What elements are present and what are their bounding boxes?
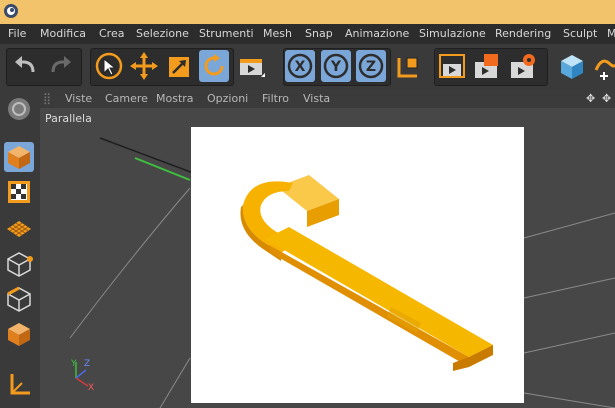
viewport-menu-mostra[interactable]: Mostra xyxy=(156,92,194,105)
menu-animazione[interactable]: Animazione xyxy=(345,27,409,40)
viewport-menu-viste[interactable]: Viste xyxy=(65,92,92,105)
main-toolbar: X Y Z xyxy=(0,44,615,91)
menu-file[interactable]: File xyxy=(8,27,26,40)
menu-simulazione[interactable]: Simulazione xyxy=(419,27,486,40)
menu-modifica[interactable]: Modifica xyxy=(40,27,86,40)
viewport-menu-opzioni[interactable]: Opzioni xyxy=(207,92,248,105)
z-axis-lock-icon[interactable]: Z xyxy=(356,50,386,82)
menu-mesh[interactable]: Mesh xyxy=(263,27,292,40)
gizmo-z-label: Z xyxy=(84,359,90,369)
menu-strumenti[interactable]: Strumenti xyxy=(199,27,254,40)
coordinate-system-icon[interactable] xyxy=(393,50,423,82)
gizmo-y-label: Y xyxy=(70,359,77,369)
y-axis-label: Y xyxy=(330,59,342,75)
undo-icon[interactable] xyxy=(11,50,41,82)
render-region xyxy=(191,127,524,403)
axis-mode-icon[interactable] xyxy=(4,369,34,399)
redo-icon[interactable] xyxy=(45,50,75,82)
menu-crea[interactable]: Crea xyxy=(99,27,124,40)
viewport-zoom-icon[interactable]: ✥ xyxy=(602,92,611,105)
viewport-menu: ⣿ Viste Camere Mostra Opzioni Filtro Vis… xyxy=(40,90,615,108)
viewport-projection-label: Parallela xyxy=(45,112,92,125)
gizmo-x-label: X xyxy=(88,383,94,392)
mode-sidebar xyxy=(0,90,41,408)
z-axis-label: Z xyxy=(366,59,376,75)
menu-bar: File Modifica Crea Selezione Strumenti M… xyxy=(0,24,615,44)
y-axis-lock-icon[interactable]: Y xyxy=(321,50,351,82)
x-axis-label: X xyxy=(295,59,306,75)
render-settings-icon[interactable] xyxy=(508,50,538,82)
viewport-menu-vista[interactable]: Vista xyxy=(303,92,330,105)
menu-snap[interactable]: Snap xyxy=(305,27,333,40)
spline-pen-icon[interactable] xyxy=(592,50,615,82)
cube-primitive-icon[interactable] xyxy=(557,50,587,82)
move-icon[interactable] xyxy=(129,50,159,82)
rotate-icon[interactable] xyxy=(199,50,229,82)
axis-gizmo: Y Z X xyxy=(70,359,94,392)
points-mode-icon[interactable] xyxy=(4,249,34,279)
viewport-menu-filtro[interactable]: Filtro xyxy=(262,92,289,105)
render-to-picture-viewer-icon[interactable] xyxy=(472,50,502,82)
rendered-hook-object xyxy=(240,175,493,371)
viewport-menu-camere[interactable]: Camere xyxy=(105,92,148,105)
edges-mode-icon[interactable] xyxy=(4,284,34,314)
make-editable-icon[interactable] xyxy=(4,94,34,124)
viewport-grip[interactable]: ⣿ xyxy=(43,92,51,105)
scale-icon[interactable] xyxy=(164,50,194,82)
texture-mode-icon[interactable] xyxy=(4,177,34,207)
model-mode-icon[interactable] xyxy=(4,142,34,172)
recent-tools-icon[interactable] xyxy=(237,50,267,82)
x-axis-lock-icon[interactable]: X xyxy=(285,50,315,82)
menu-more[interactable]: M xyxy=(607,27,615,40)
title-bar xyxy=(0,0,615,24)
viewport-pan-icon[interactable]: ✥ xyxy=(586,92,595,105)
live-selection-icon[interactable] xyxy=(94,50,124,82)
menu-selezione[interactable]: Selezione xyxy=(136,27,189,40)
menu-sculpt[interactable]: Sculpt xyxy=(563,27,597,40)
3d-viewport[interactable]: Parallela Y Z X xyxy=(40,108,615,408)
render-view-icon[interactable] xyxy=(437,50,467,82)
polygons-mode-icon[interactable] xyxy=(4,319,34,349)
workplane-icon[interactable] xyxy=(4,212,34,242)
menu-rendering[interactable]: Rendering xyxy=(495,27,551,40)
cinema4d-logo-icon xyxy=(4,4,18,18)
